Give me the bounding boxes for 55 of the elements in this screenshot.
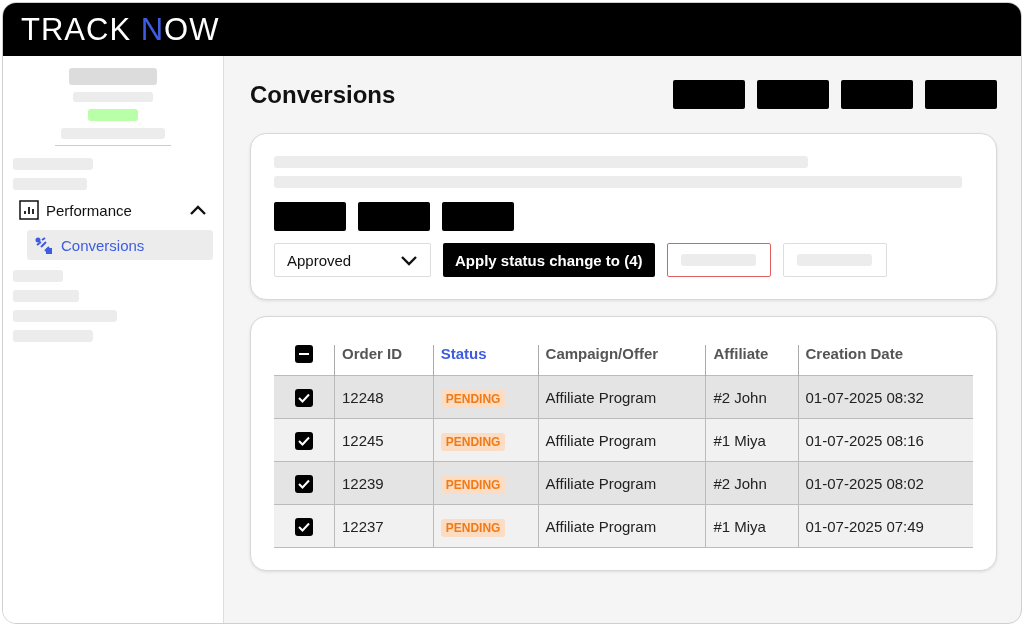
signal-icon (35, 236, 53, 254)
column-header[interactable]: Order ID (342, 347, 402, 361)
outline-button[interactable] (666, 243, 771, 277)
page-title: Conversions (250, 80, 396, 109)
table-cell: 01-07-2025 07:49 (798, 504, 973, 548)
table-cell: 12245 (334, 418, 434, 462)
column-header[interactable]: Status (440, 347, 487, 361)
table-cell: 01-07-2025 08:32 (798, 375, 973, 419)
filter-button[interactable] (274, 202, 346, 231)
column-header[interactable]: Creation Date (805, 347, 904, 361)
status-dropdown[interactable]: Approved (274, 243, 431, 277)
status-placeholder (88, 109, 138, 121)
table-cell: Affiliate Program (538, 504, 706, 548)
checkmark-icon (298, 521, 310, 532)
status-badge: PENDING (440, 475, 506, 494)
sidebar-section[interactable]: Performance (13, 190, 213, 230)
chevron-down-icon (400, 254, 418, 266)
table-cell: 12248 (334, 375, 434, 419)
row-checkbox[interactable] (295, 388, 313, 407)
column-header[interactable]: Affiliate (713, 347, 769, 361)
column-header[interactable]: Campaign/Offer (545, 347, 659, 361)
table-cell: Affiliate Program (538, 418, 706, 462)
row-checkbox[interactable] (295, 431, 313, 450)
checkmark-icon (298, 435, 310, 446)
select-all-checkbox[interactable] (295, 345, 313, 363)
filter-button[interactable] (358, 202, 430, 231)
filter-button[interactable] (442, 202, 514, 231)
table-cell: #2 John (705, 461, 799, 505)
toolbar-button[interactable] (925, 80, 997, 109)
table-cell: Affiliate Program (538, 375, 706, 419)
table-cell: 01-07-2025 08:16 (798, 418, 973, 462)
apply-button[interactable]: Apply status change to (4) (443, 243, 655, 277)
section-label: Performance (46, 201, 133, 219)
checkmark-icon (298, 478, 310, 489)
status-badge: PENDING (440, 518, 506, 537)
toolbar-button[interactable] (757, 80, 829, 109)
row-checkbox[interactable] (295, 517, 313, 536)
status-badge: PENDING (440, 432, 506, 451)
sidebar-item[interactable]: Conversions (27, 230, 213, 260)
table-cell: Affiliate Program (538, 461, 706, 505)
table-cell: 01-07-2025 08:02 (798, 461, 973, 505)
toolbar-button[interactable] (673, 80, 745, 109)
chevron-up-icon (189, 204, 207, 216)
toolbar-button[interactable] (841, 80, 913, 109)
logo: TRACK NOW (21, 14, 220, 45)
table-cell: #1 Miya (705, 504, 799, 548)
checkmark-icon (298, 392, 310, 403)
table-cell: #2 John (705, 375, 799, 419)
table-cell: 12237 (334, 504, 434, 548)
minus-icon (299, 353, 309, 355)
bar-chart-icon (19, 200, 39, 220)
table-cell: 12239 (334, 461, 434, 505)
table-cell: #1 Miya (705, 418, 799, 462)
row-checkbox[interactable] (295, 474, 313, 493)
status-badge: PENDING (440, 389, 506, 408)
